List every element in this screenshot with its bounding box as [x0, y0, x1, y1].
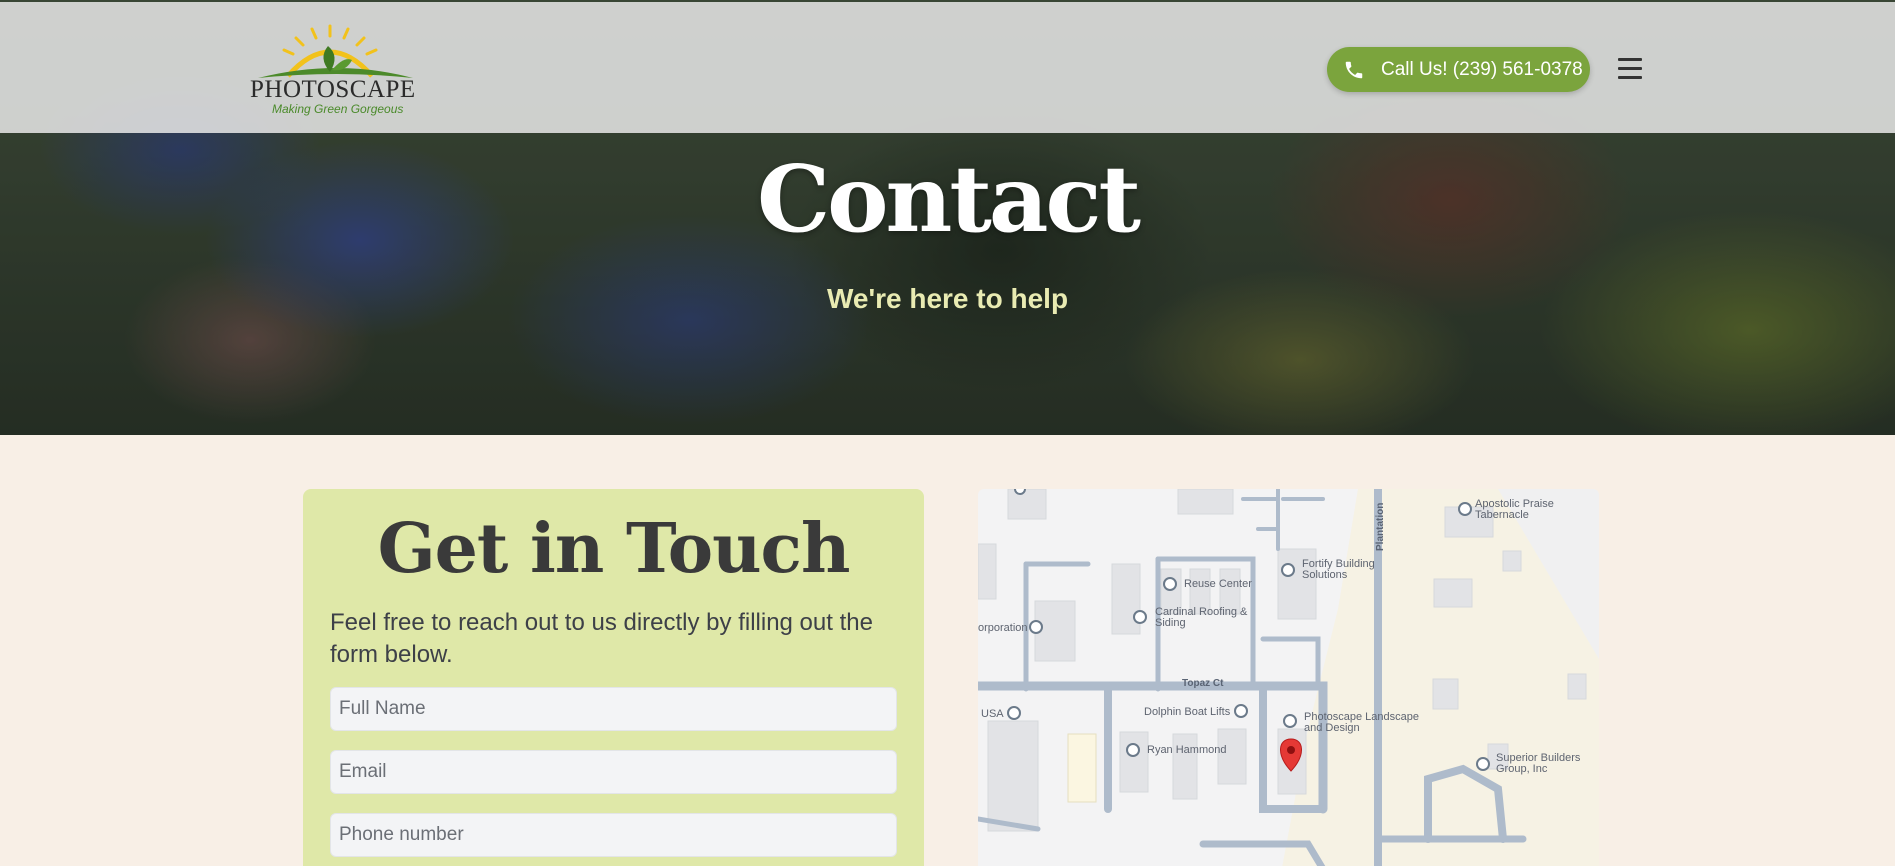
map-label-reuse: Reuse Center	[1184, 578, 1252, 590]
logo[interactable]: PHOTOSCAPE Making Green Gorgeous	[248, 20, 423, 120]
hero-section: PHOTOSCAPE Making Green Gorgeous Call Us…	[0, 0, 1895, 435]
map-label-superior: Superior Builders Group, Inc	[1496, 752, 1581, 775]
hamburger-menu-icon[interactable]	[1618, 58, 1642, 80]
map-label-corporation: orporation	[978, 622, 1028, 634]
call-us-button[interactable]: Call Us! (239) 561-0378	[1327, 47, 1590, 92]
email-input[interactable]	[330, 750, 897, 794]
map-label-topaz: Topaz Ct	[1182, 678, 1224, 689]
form-description: Feel free to reach out to us directly by…	[330, 609, 873, 668]
contact-form-card: Get in Touch Feel free to reach out to u…	[303, 489, 924, 866]
logo-wordmark: PHOTOSCAPE	[250, 76, 416, 103]
logo-tagline: Making Green Gorgeous	[272, 102, 404, 116]
map-label-ryan: Ryan Hammond	[1147, 744, 1227, 756]
map-label-usa: USA	[981, 708, 1004, 720]
map-label-dolphin: Dolphin Boat Lifts	[1144, 706, 1231, 718]
map-label-plantation: Plantation	[1375, 502, 1386, 551]
map-label-apostolic: Apostolic Praise Tabernacle	[1475, 498, 1554, 521]
page-title: Contact	[756, 145, 1141, 253]
form-title: Get in Touch	[377, 509, 851, 589]
map-label-photoscape: Photoscape Landscape and Design	[1304, 711, 1419, 734]
phone-icon	[1345, 61, 1363, 78]
location-map[interactable]: Apostolic Praise Tabernacle Fortify Buil…	[978, 489, 1599, 866]
map-label-cardinal: Cardinal Roofing & Siding	[1155, 606, 1248, 629]
site-header: PHOTOSCAPE Making Green Gorgeous Call Us…	[0, 2, 1895, 133]
map-canvas	[978, 489, 1599, 866]
phone-input[interactable]	[330, 813, 897, 857]
map-label-fortify: Fortify Building Solutions	[1302, 558, 1375, 581]
page-subtitle: We're here to help	[826, 283, 1069, 314]
full-name-input[interactable]	[330, 687, 897, 731]
call-us-label: Call Us! (239) 561-0378	[1381, 58, 1583, 80]
